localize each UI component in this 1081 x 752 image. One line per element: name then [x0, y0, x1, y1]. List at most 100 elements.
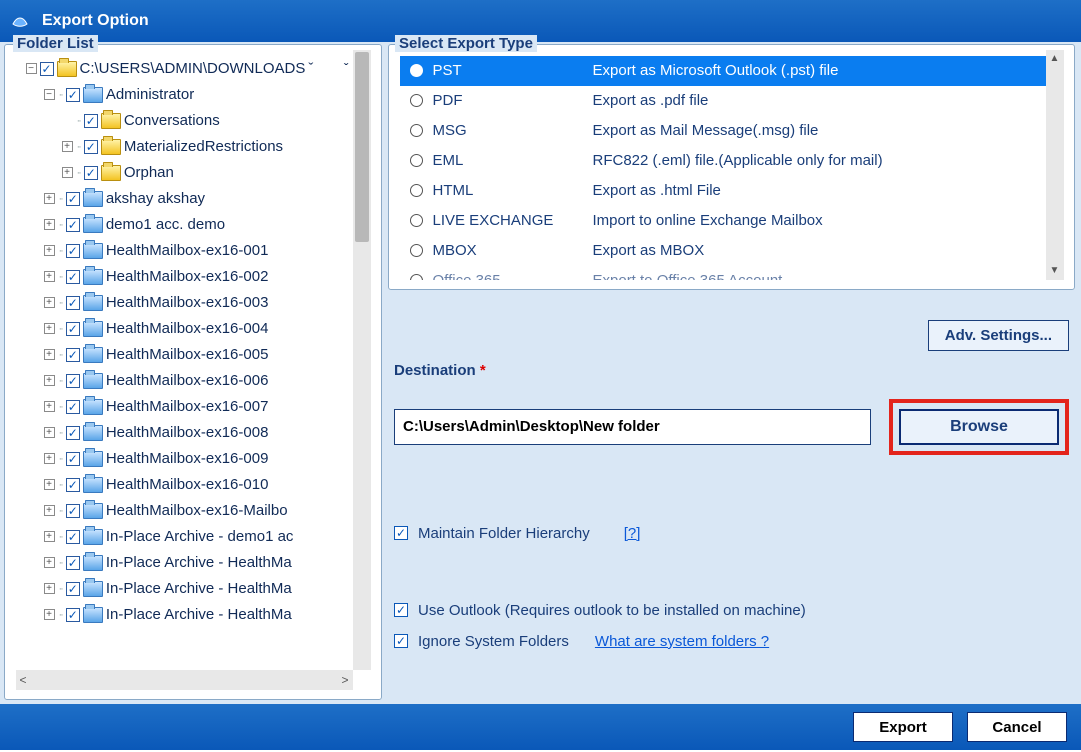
scroll-left-icon[interactable]: <	[20, 673, 27, 687]
tree-node[interactable]: +··Orphan	[62, 160, 351, 186]
radio-icon[interactable]	[410, 214, 423, 227]
expand-icon[interactable]: +	[44, 609, 55, 620]
export-type-option[interactable]: EMLRFC822 (.eml) file.(Applicable only f…	[400, 146, 1064, 176]
tree-checkbox[interactable]	[84, 114, 98, 128]
expand-icon[interactable]: +	[44, 245, 55, 256]
tree-node[interactable]: +··HealthMailbox-ex16-003	[44, 290, 351, 316]
radio-icon[interactable]	[410, 244, 423, 257]
tree-node[interactable]: +··HealthMailbox-ex16-Mailbo	[44, 498, 351, 524]
tree-node[interactable]: +··akshay akshay	[44, 186, 351, 212]
expand-icon[interactable]: +	[44, 271, 55, 282]
tree-checkbox[interactable]	[66, 322, 80, 336]
expand-icon[interactable]: +	[44, 557, 55, 568]
expand-icon[interactable]: +	[44, 583, 55, 594]
export-type-option[interactable]: PSTExport as Microsoft Outlook (.pst) fi…	[400, 56, 1064, 86]
radio-icon[interactable]	[410, 124, 423, 137]
tree-vertical-scrollbar[interactable]	[353, 50, 371, 670]
folder-icon	[83, 373, 103, 389]
tree-checkbox[interactable]	[66, 296, 80, 310]
expand-icon[interactable]: +	[44, 349, 55, 360]
tree-node[interactable]: +··HealthMailbox-ex16-001	[44, 238, 351, 264]
tree-checkbox[interactable]	[84, 140, 98, 154]
use-outlook-checkbox[interactable]	[394, 603, 408, 617]
tree-checkbox[interactable]	[66, 556, 80, 570]
tree-node[interactable]: +··HealthMailbox-ex16-009	[44, 446, 351, 472]
tree-checkbox[interactable]	[66, 608, 80, 622]
cancel-button[interactable]: Cancel	[967, 712, 1067, 742]
collapse-icon[interactable]: −	[26, 63, 37, 74]
tree-node[interactable]: +··MaterializedRestrictions	[62, 134, 351, 160]
tree-node[interactable]: +··HealthMailbox-ex16-010	[44, 472, 351, 498]
tree-checkbox[interactable]	[66, 218, 80, 232]
tree-node[interactable]: +··In-Place Archive - HealthMa	[44, 550, 351, 576]
tree-checkbox[interactable]	[66, 270, 80, 284]
tree-horizontal-scrollbar[interactable]: < >	[16, 670, 353, 690]
maintain-hierarchy-help-link[interactable]: [?]	[624, 525, 641, 542]
expand-icon[interactable]: +	[62, 167, 73, 178]
expand-icon[interactable]: +	[44, 297, 55, 308]
expand-icon[interactable]: +	[44, 193, 55, 204]
export-type-option[interactable]: LIVE EXCHANGEImport to online Exchange M…	[400, 206, 1064, 236]
tree-node[interactable]: +··HealthMailbox-ex16-002	[44, 264, 351, 290]
tree-checkbox[interactable]	[40, 62, 54, 76]
tree-checkbox[interactable]	[66, 530, 80, 544]
radio-icon[interactable]	[410, 64, 423, 77]
export-type-option[interactable]: HTMLExport as .html File	[400, 176, 1064, 206]
ignore-system-folders-checkbox[interactable]	[394, 634, 408, 648]
expand-icon[interactable]: +	[44, 375, 55, 386]
tree-checkbox[interactable]	[66, 452, 80, 466]
radio-icon[interactable]	[410, 94, 423, 107]
radio-icon[interactable]	[410, 154, 423, 167]
tree-node[interactable]: +··HealthMailbox-ex16-006	[44, 368, 351, 394]
tree-node[interactable]: +··Conversations	[62, 108, 351, 134]
adv-settings-button[interactable]: Adv. Settings...	[928, 320, 1069, 351]
tree-checkbox[interactable]	[66, 478, 80, 492]
expand-icon[interactable]: +	[44, 323, 55, 334]
expand-icon[interactable]: +	[62, 141, 73, 152]
expand-icon[interactable]: +	[44, 427, 55, 438]
expand-icon[interactable]: +	[44, 453, 55, 464]
export-type-option[interactable]: MSGExport as Mail Message(.msg) file	[400, 116, 1064, 146]
radio-icon[interactable]	[410, 274, 423, 280]
browse-button[interactable]: Browse	[899, 409, 1059, 445]
tree-checkbox[interactable]	[66, 374, 80, 388]
expand-icon[interactable]: +	[44, 505, 55, 516]
tree-root-node[interactable]: −C:\USERS\ADMIN\DOWNLOADSˇ	[26, 56, 351, 82]
tree-node[interactable]: +··HealthMailbox-ex16-007	[44, 394, 351, 420]
tree-node[interactable]: +··HealthMailbox-ex16-004	[44, 316, 351, 342]
radio-icon[interactable]	[410, 184, 423, 197]
scroll-down-icon[interactable]: ▼	[1046, 262, 1064, 280]
tree-node[interactable]: +··demo1 acc. demo	[44, 212, 351, 238]
export-button[interactable]: Export	[853, 712, 953, 742]
maintain-hierarchy-checkbox[interactable]	[394, 526, 408, 540]
tree-checkbox[interactable]	[84, 166, 98, 180]
export-type-option[interactable]: MBOXExport as MBOX	[400, 236, 1064, 266]
tree-checkbox[interactable]	[66, 426, 80, 440]
system-folders-help-link[interactable]: What are system folders ?	[595, 633, 769, 650]
scroll-up-icon[interactable]: ▲	[1046, 50, 1064, 68]
tree-node[interactable]: −··Administrator	[44, 82, 351, 108]
tree-node[interactable]: +··HealthMailbox-ex16-005	[44, 342, 351, 368]
tree-node[interactable]: +··HealthMailbox-ex16-008	[44, 420, 351, 446]
tree-node[interactable]: +··In-Place Archive - HealthMa	[44, 576, 351, 602]
tree-node[interactable]: +··In-Place Archive - demo1 ac	[44, 524, 351, 550]
scrollbar-thumb[interactable]	[355, 52, 369, 242]
scroll-right-icon[interactable]: >	[341, 673, 348, 687]
tree-checkbox[interactable]	[66, 582, 80, 596]
expand-icon[interactable]: +	[44, 401, 55, 412]
tree-node[interactable]: +··In-Place Archive - HealthMa	[44, 602, 351, 628]
tree-checkbox[interactable]	[66, 88, 80, 102]
tree-checkbox[interactable]	[66, 192, 80, 206]
collapse-icon[interactable]: −	[44, 89, 55, 100]
tree-checkbox[interactable]	[66, 348, 80, 362]
expand-icon[interactable]: +	[44, 531, 55, 542]
destination-input[interactable]	[394, 409, 871, 445]
export-type-scrollbar[interactable]: ▲ ▼	[1046, 50, 1064, 280]
export-type-option[interactable]: PDFExport as .pdf file	[400, 86, 1064, 116]
expand-icon[interactable]: +	[44, 479, 55, 490]
tree-checkbox[interactable]	[66, 400, 80, 414]
expand-icon[interactable]: +	[44, 219, 55, 230]
export-type-option[interactable]: Office 365Export to Office 365 Account	[400, 266, 1064, 280]
tree-checkbox[interactable]	[66, 244, 80, 258]
tree-checkbox[interactable]	[66, 504, 80, 518]
